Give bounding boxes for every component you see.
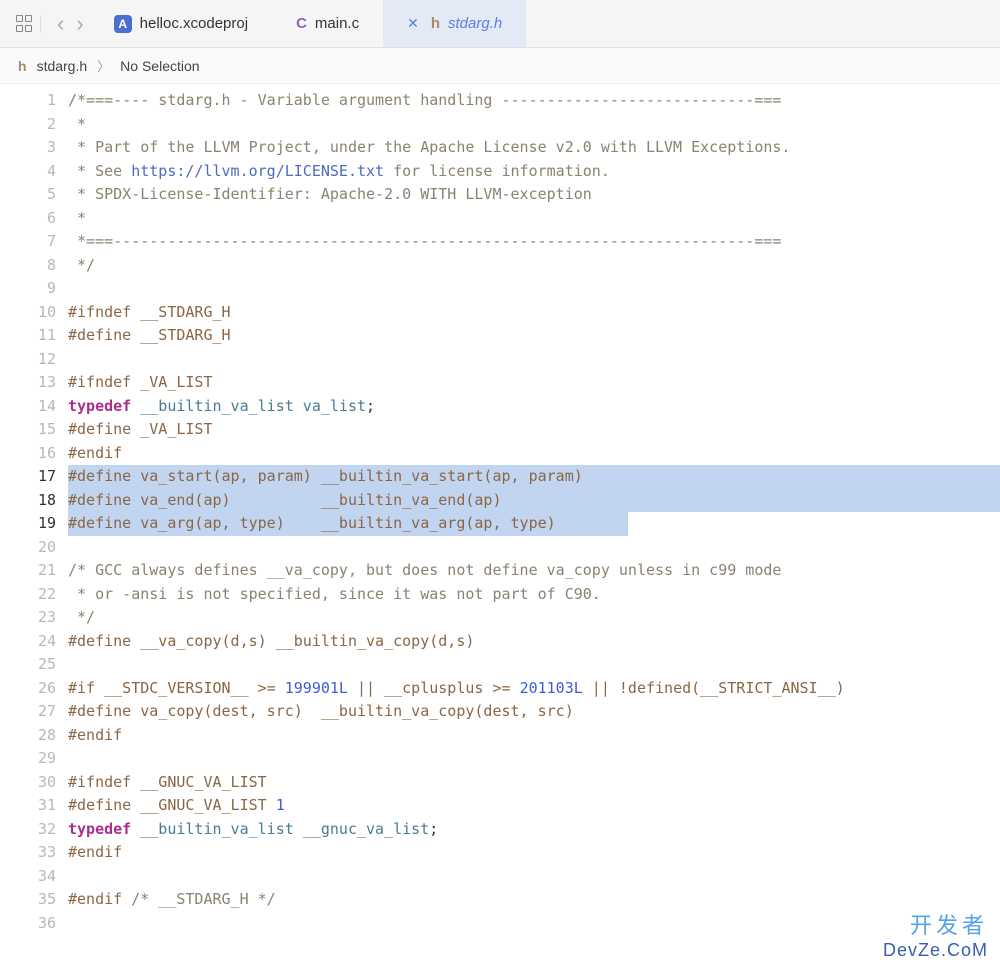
code-line[interactable]: #if __STDC_VERSION__ >= 199901L || __cpl… bbox=[68, 677, 1000, 701]
nav-back-icon[interactable]: ‹ bbox=[51, 11, 70, 37]
code-line[interactable]: #ifndef __STDARG_H bbox=[68, 301, 1000, 325]
watermark-line1: 开发者 bbox=[883, 908, 988, 940]
file-h-icon: h bbox=[431, 15, 440, 32]
code-line[interactable]: /* GCC always defines __va_copy, but doe… bbox=[68, 559, 1000, 583]
code-line[interactable]: #endif /* __STDARG_H */ bbox=[68, 888, 1000, 912]
line-number: 1 bbox=[0, 89, 56, 113]
code-line[interactable] bbox=[68, 865, 1000, 889]
code-line[interactable]: * bbox=[68, 113, 1000, 137]
line-number: 4 bbox=[0, 160, 56, 184]
code-line[interactable]: * See https://llvm.org/LICENSE.txt for l… bbox=[68, 160, 1000, 184]
watermark-line2: DevZe.CoM bbox=[883, 940, 988, 961]
code-line[interactable]: #define __va_copy(d,s) __builtin_va_copy… bbox=[68, 630, 1000, 654]
code-line[interactable] bbox=[68, 653, 1000, 677]
code-line[interactable]: /*===---- stdarg.h - Variable argument h… bbox=[68, 89, 1000, 113]
line-number: 33 bbox=[0, 841, 56, 865]
watermark: 开发者 DevZe.CoM bbox=[883, 908, 988, 961]
line-number: 20 bbox=[0, 536, 56, 560]
line-number: 27 bbox=[0, 700, 56, 724]
line-number: 36 bbox=[0, 912, 56, 936]
file-c-icon: C bbox=[296, 15, 307, 32]
close-icon[interactable]: ✕ bbox=[407, 15, 419, 32]
line-number: 25 bbox=[0, 653, 56, 677]
line-number: 13 bbox=[0, 371, 56, 395]
line-number: 16 bbox=[0, 442, 56, 466]
code-line[interactable]: #ifndef _VA_LIST bbox=[68, 371, 1000, 395]
code-line[interactable] bbox=[68, 747, 1000, 771]
tab-label: helloc.xcodeproj bbox=[140, 15, 248, 32]
file-h-icon: h bbox=[18, 58, 27, 74]
breadcrumb-selection[interactable]: No Selection bbox=[120, 58, 199, 74]
line-number: 23 bbox=[0, 606, 56, 630]
code-line[interactable] bbox=[68, 912, 1000, 936]
code-line[interactable]: * bbox=[68, 207, 1000, 231]
line-number: 7 bbox=[0, 230, 56, 254]
breadcrumb-bar: h stdarg.h 〉 No Selection bbox=[0, 48, 1000, 84]
code-area[interactable]: /*===---- stdarg.h - Variable argument h… bbox=[68, 84, 1000, 967]
code-line[interactable]: typedef __builtin_va_list __gnuc_va_list… bbox=[68, 818, 1000, 842]
code-editor[interactable]: 1234567891011121314151617181920212223242… bbox=[0, 84, 1000, 967]
line-number: 18 bbox=[0, 489, 56, 513]
code-line[interactable]: #define va_copy(dest, src) __builtin_va_… bbox=[68, 700, 1000, 724]
code-line[interactable]: */ bbox=[68, 254, 1000, 278]
line-number: 8 bbox=[0, 254, 56, 278]
code-line[interactable]: #define _VA_LIST bbox=[68, 418, 1000, 442]
code-line[interactable]: *===------------------------------------… bbox=[68, 230, 1000, 254]
line-number: 21 bbox=[0, 559, 56, 583]
code-line[interactable]: * or -ansi is not specified, since it wa… bbox=[68, 583, 1000, 607]
line-number: 5 bbox=[0, 183, 56, 207]
line-number: 24 bbox=[0, 630, 56, 654]
line-number: 34 bbox=[0, 865, 56, 889]
line-number-gutter: 1234567891011121314151617181920212223242… bbox=[0, 84, 68, 967]
code-line[interactable] bbox=[68, 348, 1000, 372]
line-number: 14 bbox=[0, 395, 56, 419]
line-number: 12 bbox=[0, 348, 56, 372]
line-number: 11 bbox=[0, 324, 56, 348]
code-line[interactable]: * Part of the LLVM Project, under the Ap… bbox=[68, 136, 1000, 160]
code-line[interactable] bbox=[68, 536, 1000, 560]
line-number: 2 bbox=[0, 113, 56, 137]
code-line[interactable]: #define va_end(ap) __builtin_va_end(ap) bbox=[68, 489, 1000, 513]
code-line[interactable]: #define va_start(ap, param) __builtin_va… bbox=[68, 465, 1000, 489]
line-number: 19 bbox=[0, 512, 56, 536]
tab-label: stdarg.h bbox=[448, 15, 502, 32]
line-number: 26 bbox=[0, 677, 56, 701]
line-number: 30 bbox=[0, 771, 56, 795]
code-line[interactable]: #endif bbox=[68, 724, 1000, 748]
line-number: 6 bbox=[0, 207, 56, 231]
code-line[interactable] bbox=[68, 277, 1000, 301]
project-icon: A bbox=[114, 15, 132, 33]
line-number: 35 bbox=[0, 888, 56, 912]
code-line[interactable]: * SPDX-License-Identifier: Apache-2.0 WI… bbox=[68, 183, 1000, 207]
tab-tools bbox=[16, 15, 41, 33]
tab-stdarg-h[interactable]: ✕ h stdarg.h bbox=[383, 0, 526, 47]
view-grid-icon[interactable] bbox=[16, 15, 34, 33]
line-number: 17 bbox=[0, 465, 56, 489]
line-number: 28 bbox=[0, 724, 56, 748]
line-number: 29 bbox=[0, 747, 56, 771]
tab-label: main.c bbox=[315, 15, 359, 32]
line-number: 32 bbox=[0, 818, 56, 842]
code-line[interactable]: #ifndef __GNUC_VA_LIST bbox=[68, 771, 1000, 795]
line-number: 22 bbox=[0, 583, 56, 607]
breadcrumb-file[interactable]: stdarg.h bbox=[37, 58, 88, 74]
code-line[interactable]: #endif bbox=[68, 442, 1000, 466]
line-number: 31 bbox=[0, 794, 56, 818]
breadcrumb-sep-icon: 〉 bbox=[97, 56, 110, 75]
line-number: 9 bbox=[0, 277, 56, 301]
tab-main-c[interactable]: Cmain.c bbox=[272, 0, 383, 47]
line-number: 3 bbox=[0, 136, 56, 160]
code-line[interactable]: */ bbox=[68, 606, 1000, 630]
code-line[interactable]: #endif bbox=[68, 841, 1000, 865]
code-line[interactable]: typedef __builtin_va_list va_list; bbox=[68, 395, 1000, 419]
code-line[interactable]: #define va_arg(ap, type) __builtin_va_ar… bbox=[68, 512, 1000, 536]
line-number: 10 bbox=[0, 301, 56, 325]
line-number: 15 bbox=[0, 418, 56, 442]
nav-forward-icon[interactable]: › bbox=[70, 11, 89, 37]
tab-helloc-xcodeproj[interactable]: Ahelloc.xcodeproj bbox=[90, 0, 272, 47]
code-line[interactable]: #define __GNUC_VA_LIST 1 bbox=[68, 794, 1000, 818]
code-line[interactable]: #define __STDARG_H bbox=[68, 324, 1000, 348]
tab-bar: ‹ › Ahelloc.xcodeprojCmain.c✕hstdarg.h bbox=[0, 0, 1000, 48]
